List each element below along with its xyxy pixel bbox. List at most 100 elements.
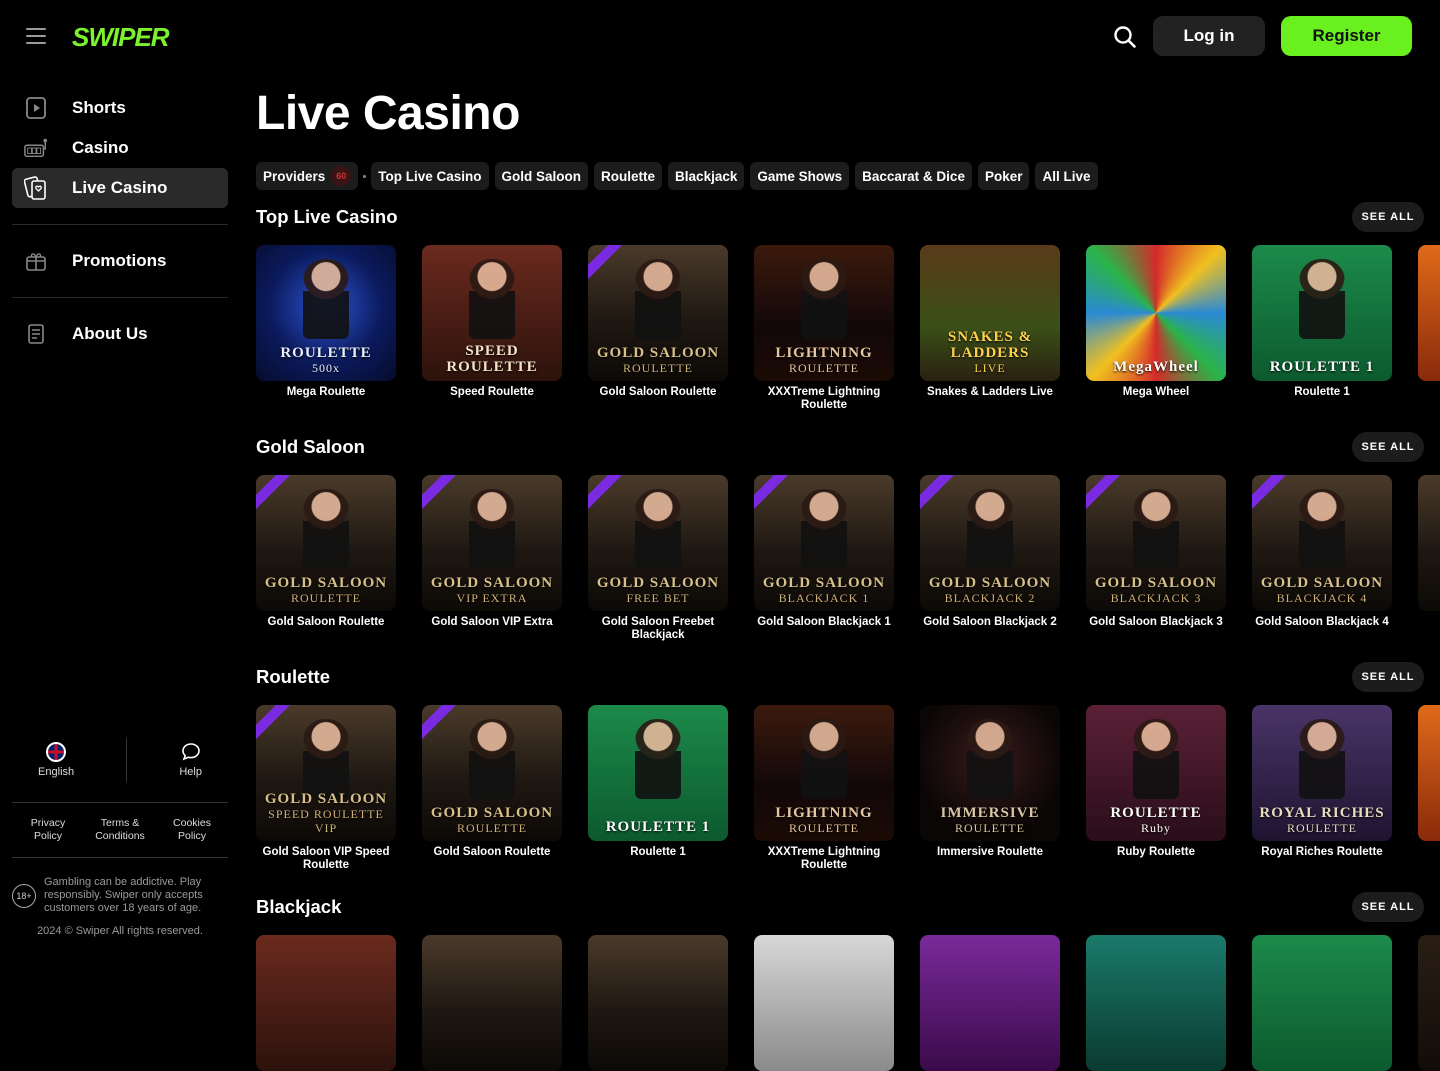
game-card[interactable]: LIGHTNING ROULETTE XXXTreme Lightning Roul… xyxy=(754,705,894,872)
game-thumbnail: MegaWheel xyxy=(1086,245,1226,381)
game-title: XXXTreme Lightning Roulette xyxy=(767,386,881,411)
game-card[interactable]: MegaWheel Mega Wheel xyxy=(1086,245,1226,412)
game-card[interactable]: GOLD SALOON BLACKJACK 4 Gold Saloon Blackj… xyxy=(1252,475,1392,642)
game-art-title: GOLD SALOON BLACKJACK 4 xyxy=(1261,575,1383,605)
exclusive-ribbon xyxy=(588,245,627,283)
dealer-image xyxy=(1299,719,1345,799)
game-card[interactable] xyxy=(1252,935,1392,1071)
game-thumbnail xyxy=(1252,935,1392,1071)
game-card-partial[interactable] xyxy=(1418,245,1440,412)
game-card[interactable]: GOLD SALOON SPEED ROULETTE VIP Gold Saloon… xyxy=(256,705,396,872)
game-thumbnail xyxy=(1418,245,1440,381)
terms-link[interactable]: Terms & Conditions xyxy=(88,817,152,843)
document-icon xyxy=(24,322,48,346)
sidebar-item-live-casino[interactable]: Live Casino xyxy=(12,168,228,208)
game-card[interactable]: LIGHTNING ROULETTE XXXTreme Lightning Roul… xyxy=(754,245,894,412)
game-card[interactable]: GOLD SALOON BLACKJACK 2 Gold Saloon Blackj… xyxy=(920,475,1060,642)
game-title: Gold Saloon Roulette xyxy=(599,386,717,398)
game-card[interactable] xyxy=(1086,935,1226,1071)
game-thumbnail xyxy=(754,935,894,1071)
game-art-subtext: ROULETTE xyxy=(623,361,693,375)
game-card-partial[interactable] xyxy=(1418,705,1440,872)
game-thumbnail: GOLD SALOON ROULETTE xyxy=(588,245,728,381)
game-card[interactable]: ROULETTE 1 Roulette 1 xyxy=(588,705,728,872)
sidebar-item-label: Promotions xyxy=(72,251,167,270)
game-card-partial[interactable] xyxy=(1418,475,1440,642)
chip-baccarat-dice[interactable]: Baccarat & Dice xyxy=(855,162,972,190)
see-all-button[interactable]: SEE ALL xyxy=(1352,662,1424,692)
game-title: Snakes & Ladders Live xyxy=(927,386,1053,398)
game-title: Roulette 1 xyxy=(630,846,686,858)
exclusive-ribbon xyxy=(256,705,295,743)
game-art-text: SPEED ROULETTE xyxy=(446,343,538,375)
game-art-title: ROULETTE 1 xyxy=(1270,359,1375,375)
category-chips: Providers 60 Top Live Casino Gold Saloon… xyxy=(256,162,1098,190)
game-card[interactable] xyxy=(754,935,894,1071)
game-card[interactable]: GOLD SALOON FREE BET Gold Saloon Freebet B… xyxy=(588,475,728,642)
chip-providers[interactable]: Providers 60 xyxy=(256,162,359,190)
chip-all-live[interactable]: All Live xyxy=(1035,162,1098,190)
game-card[interactable]: IMMERSIVE ROULETTE Immersive Roulette xyxy=(920,705,1060,872)
register-button[interactable]: Register xyxy=(1281,16,1412,56)
game-art-subtext: ROULETTE xyxy=(457,821,527,835)
sidebar-item-promotions[interactable]: Promotions xyxy=(12,241,228,281)
game-thumbnail xyxy=(1418,705,1440,841)
see-all-button[interactable]: SEE ALL xyxy=(1352,202,1424,232)
sidebar-item-casino[interactable]: Casino xyxy=(12,128,228,168)
game-card[interactable]: SNAKES & LADDERS LIVE Snakes & Ladders Liv… xyxy=(920,245,1060,412)
dealer-image xyxy=(1133,719,1179,799)
game-card[interactable]: GOLD SALOON ROULETTE Gold Saloon Roulette xyxy=(422,705,562,872)
policy-links: Privacy Policy Terms & Conditions Cookie… xyxy=(12,802,228,858)
chip-gold-saloon[interactable]: Gold Saloon xyxy=(494,162,589,190)
game-card[interactable]: ROYAL RICHES ROULETTE Royal Riches Roulett… xyxy=(1252,705,1392,872)
game-thumbnail: IMMERSIVE ROULETTE xyxy=(920,705,1060,841)
game-card[interactable] xyxy=(256,935,396,1071)
see-all-button[interactable]: SEE ALL xyxy=(1352,432,1424,462)
game-art-text: ROULETTE 1 xyxy=(1269,359,1375,375)
game-card[interactable]: GOLD SALOON BLACKJACK 3 Gold Saloon Blackj… xyxy=(1086,475,1226,642)
game-card[interactable] xyxy=(422,935,562,1071)
login-button[interactable]: Log in xyxy=(1153,16,1265,56)
game-thumbnail: ROULETTE 500x xyxy=(256,245,396,381)
language-selector[interactable]: English xyxy=(38,742,74,778)
game-card[interactable]: ROULETTE 1 Roulette 1 xyxy=(1252,245,1392,412)
game-card[interactable]: GOLD SALOON BLACKJACK 1 Gold Saloon Blackj… xyxy=(754,475,894,642)
cookies-policy-link[interactable]: Cookies Policy xyxy=(160,817,224,843)
chip-blackjack[interactable]: Blackjack xyxy=(668,162,745,190)
game-card[interactable] xyxy=(1418,935,1440,1071)
privacy-policy-link[interactable]: Privacy Policy xyxy=(16,817,80,843)
game-art-subtext: VIP EXTRA xyxy=(456,591,528,605)
game-row: GOLD SALOON ROULETTE Gold Saloon Roulette G… xyxy=(256,475,1440,642)
logo[interactable]: SWIPER xyxy=(72,22,170,53)
dealer-image xyxy=(801,489,847,569)
game-card[interactable] xyxy=(920,935,1060,1071)
game-card[interactable]: GOLD SALOON ROULETTE Gold Saloon Roulette xyxy=(256,475,396,642)
help-button[interactable]: Help xyxy=(179,742,202,778)
dealer-image xyxy=(967,719,1013,799)
game-art-text: ROYAL RICHES xyxy=(1259,805,1385,821)
sidebar-footer: English Help Privacy Policy Terms & Cond… xyxy=(12,730,228,951)
chip-roulette[interactable]: Roulette xyxy=(594,162,663,190)
sidebar-item-shorts[interactable]: Shorts xyxy=(12,88,228,128)
game-card[interactable]: SPEED ROULETTE Speed Roulette xyxy=(422,245,562,412)
menu-icon[interactable] xyxy=(26,28,46,44)
dealer-image xyxy=(1299,259,1345,339)
sidebar-item-about-us[interactable]: About Us xyxy=(12,314,228,354)
search-icon[interactable] xyxy=(1112,24,1138,50)
see-all-button[interactable]: SEE ALL xyxy=(1352,892,1424,922)
game-title: Mega Roulette xyxy=(286,386,366,398)
chip-poker[interactable]: Poker xyxy=(977,162,1030,190)
chip-top-live-casino[interactable]: Top Live Casino xyxy=(371,162,489,190)
game-card[interactable]: ROULETTE 500x Mega Roulette xyxy=(256,245,396,412)
chip-label: Providers xyxy=(263,168,326,184)
chip-game-shows[interactable]: Game Shows xyxy=(750,162,850,190)
game-card[interactable] xyxy=(588,935,728,1071)
game-card[interactable]: GOLD SALOON VIP EXTRA Gold Saloon VIP Extr… xyxy=(422,475,562,642)
game-title: Gold Saloon Blackjack 3 xyxy=(1089,616,1223,628)
game-card[interactable]: GOLD SALOON ROULETTE Gold Saloon Roulette xyxy=(588,245,728,412)
game-title: Gold Saloon VIP Speed Roulette xyxy=(262,846,390,871)
help-label: Help xyxy=(179,766,202,778)
game-art-text: LIGHTNING xyxy=(775,345,873,361)
game-card[interactable]: ROULETTE Ruby Ruby Roulette xyxy=(1086,705,1226,872)
game-thumbnail: GOLD SALOON VIP EXTRA xyxy=(422,475,562,611)
